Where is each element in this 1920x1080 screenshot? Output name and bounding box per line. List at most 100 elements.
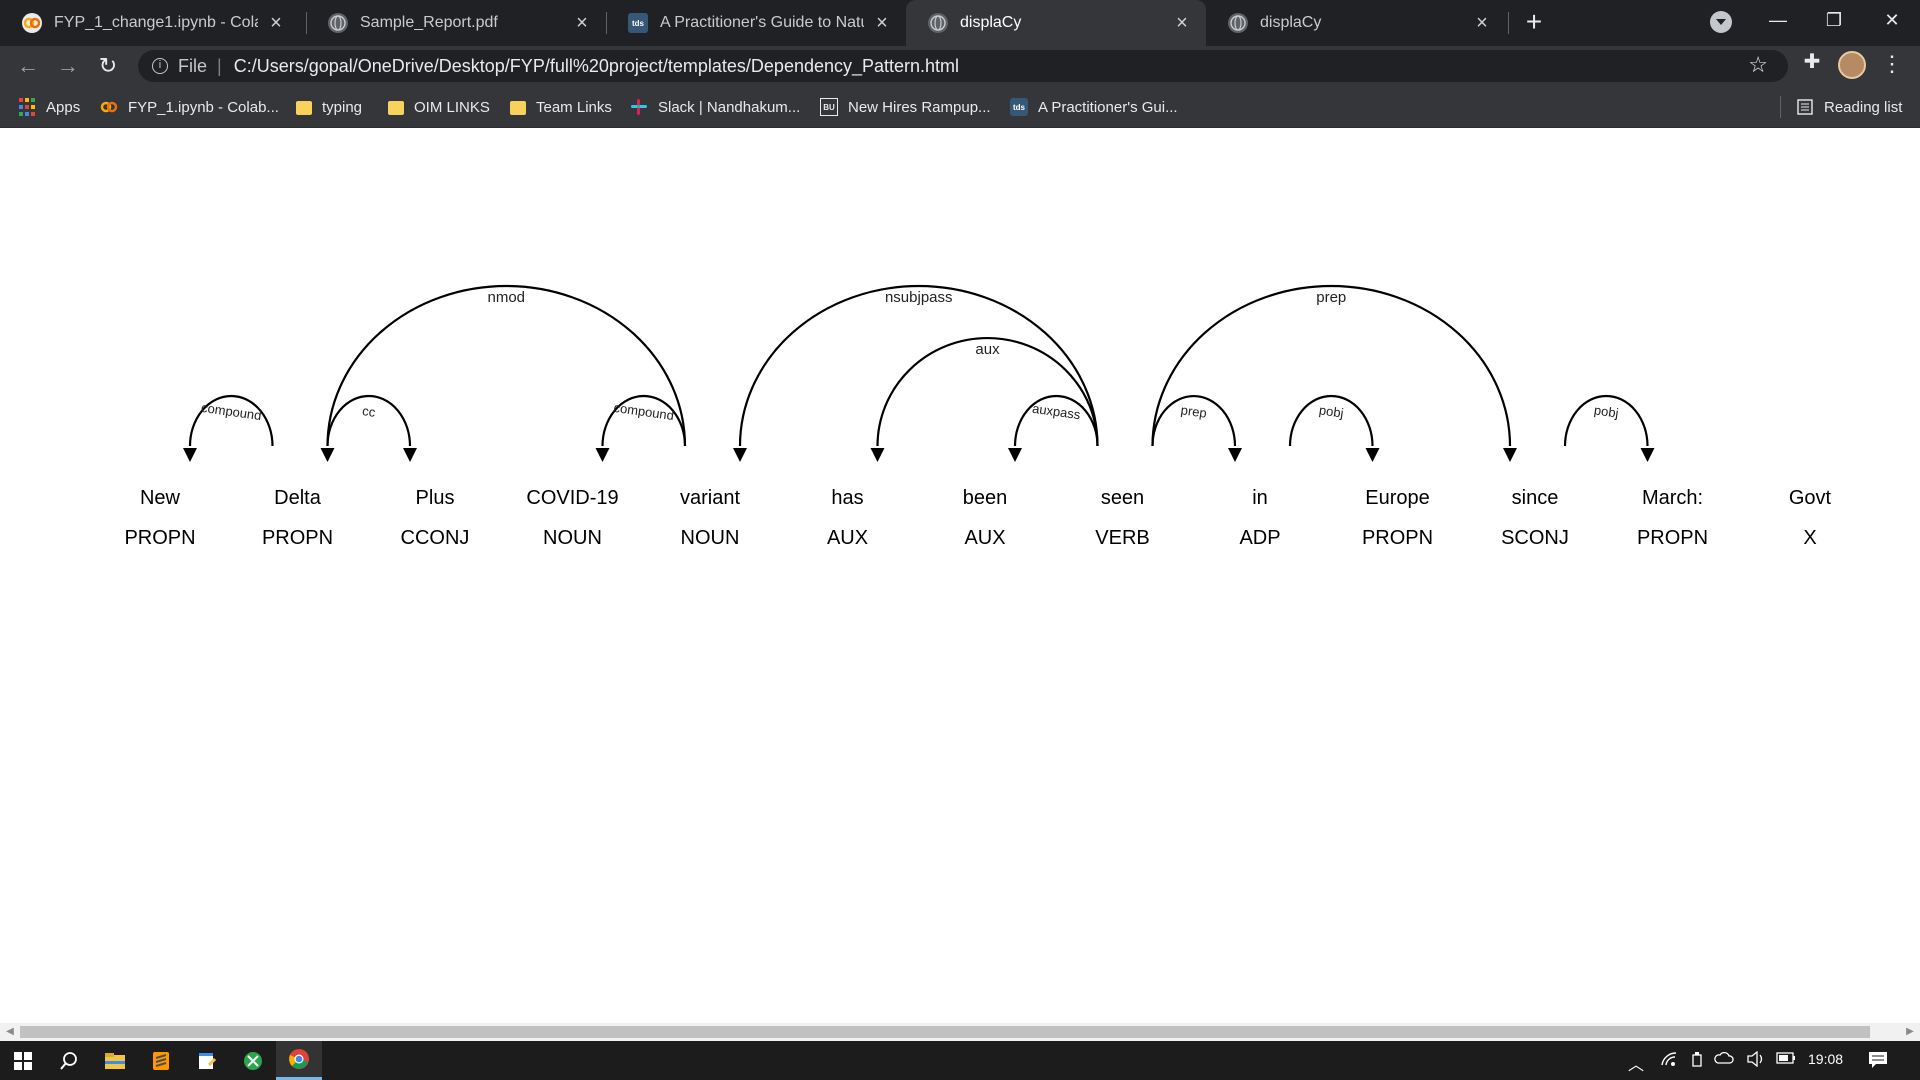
bookmark-colab[interactable]: FYP_1.ipynb - Colab... xyxy=(100,86,279,128)
search-icon[interactable] xyxy=(46,1041,92,1080)
token-word: Europe xyxy=(1365,487,1430,509)
token-pos-tag: AUX xyxy=(964,527,1005,549)
arc-label: aux xyxy=(975,341,1000,358)
close-window-button[interactable]: ✕ xyxy=(1864,0,1920,40)
arc-arrowhead xyxy=(870,448,885,462)
scrollbar-thumb[interactable] xyxy=(20,1026,1870,1038)
menu-kebab-icon[interactable]: ⋮ xyxy=(1880,48,1904,80)
browser-toolbar: ← → ↻ i File | C:/Users/gopal/OneDrive/D… xyxy=(0,46,1920,86)
close-tab-icon[interactable]: × xyxy=(266,12,286,35)
xbox-icon[interactable] xyxy=(230,1041,276,1080)
minimize-button[interactable]: — xyxy=(1750,0,1806,40)
slack-icon xyxy=(630,98,648,116)
dependency-arc xyxy=(738,284,1099,447)
token-word: been xyxy=(963,487,1008,509)
scroll-right-arrow-icon[interactable]: ▶ xyxy=(1902,1023,1918,1041)
bookmark-star-icon[interactable]: ☆ xyxy=(1748,52,1768,78)
restore-button[interactable]: ❐ xyxy=(1806,0,1862,40)
tab-displacy-active[interactable]: displaCy × xyxy=(906,0,1206,46)
info-icon[interactable]: i xyxy=(152,58,168,74)
folder-icon xyxy=(388,101,404,115)
avatar[interactable] xyxy=(1838,51,1866,79)
arc-label: nsubjpass xyxy=(885,289,953,306)
token-word: New xyxy=(140,487,181,509)
tds-icon: tds xyxy=(628,13,648,33)
battery-icon[interactable] xyxy=(1776,1051,1796,1069)
bookmark-slack[interactable]: Slack | Nandhakum... xyxy=(630,86,800,128)
url-text[interactable]: C:/Users/gopal/OneDrive/Desktop/FYP/full… xyxy=(234,56,959,77)
bookmark-label: A Practitioner's Gui... xyxy=(1038,98,1178,116)
notepad-icon[interactable] xyxy=(184,1041,230,1080)
address-bar[interactable]: i File | C:/Users/gopal/OneDrive/Desktop… xyxy=(138,50,1788,82)
file-explorer-icon[interactable] xyxy=(92,1041,138,1080)
token-pos-tag: ADP xyxy=(1239,527,1280,549)
dependency-arc xyxy=(326,284,687,447)
bookmarks-divider xyxy=(1780,96,1781,118)
bookmark-new-hires[interactable]: BU New Hires Rampup... xyxy=(820,86,991,128)
windows-start-icon[interactable] xyxy=(0,1041,46,1080)
tab-title: displaCy xyxy=(960,14,1022,31)
token-word: COVID-19 xyxy=(526,487,618,509)
clock-time[interactable]: 19:08 xyxy=(1808,1051,1843,1067)
reading-list-button[interactable]: Reading list xyxy=(1796,86,1902,128)
token-pos-tag: CCONJ xyxy=(401,527,470,549)
tab-practitioners-guide[interactable]: tds A Practitioner's Guide to Natural × xyxy=(606,0,906,46)
globe-icon xyxy=(328,13,348,33)
folder-icon xyxy=(296,101,312,115)
chevron-up-icon[interactable]: ︿ xyxy=(1628,1051,1644,1075)
token-pos-tag: PROPN xyxy=(124,527,195,549)
extensions-puzzle-icon[interactable]: ✚ xyxy=(1800,50,1824,74)
token-word: since xyxy=(1512,487,1559,509)
tab-search-icon[interactable] xyxy=(1710,11,1732,33)
token-word: Govt xyxy=(1789,487,1832,509)
sublime-text-icon[interactable] xyxy=(138,1041,184,1080)
onedrive-icon[interactable] xyxy=(1714,1051,1734,1070)
arc-arrowhead xyxy=(320,448,335,462)
bookmark-apps[interactable]: Apps xyxy=(18,86,80,128)
chrome-icon[interactable] xyxy=(276,1041,322,1080)
new-tab-button[interactable]: + xyxy=(1518,6,1550,38)
tab-sample-report[interactable]: Sample_Report.pdf × xyxy=(306,0,606,46)
back-button[interactable]: ← xyxy=(12,50,44,82)
colab-icon xyxy=(100,98,118,116)
scheme-label: File xyxy=(178,55,208,76)
close-tab-icon[interactable]: × xyxy=(1172,12,1192,35)
close-tab-icon[interactable]: × xyxy=(1472,12,1492,35)
usb-icon[interactable] xyxy=(1690,1051,1704,1072)
forward-button[interactable]: → xyxy=(52,50,84,82)
tab-displacy[interactable]: displaCy × xyxy=(1206,0,1506,46)
token-pos-tag: PROPN xyxy=(262,527,333,549)
dependency-parse-graph: New PROPN Delta PROPN Plus CCONJ COVID-19 NOUN v… xyxy=(124,284,1832,549)
wifi-icon[interactable] xyxy=(1660,1051,1678,1072)
arc-label: cc xyxy=(361,403,376,420)
token-word: Plus xyxy=(416,487,455,509)
arc-arrowhead xyxy=(1640,448,1655,462)
arc-arrowhead xyxy=(1365,448,1380,462)
bookmark-folder-oim-links[interactable]: OIM LINKS xyxy=(388,86,490,128)
windows-taskbar: ︿ 19:08 xyxy=(0,1041,1920,1080)
arc-arrowhead xyxy=(403,448,417,462)
globe-icon xyxy=(928,13,948,33)
token-word: in xyxy=(1252,487,1268,509)
bookmark-folder-team-links[interactable]: Team Links xyxy=(510,86,612,128)
close-tab-icon[interactable]: × xyxy=(872,12,892,35)
apps-grid-icon xyxy=(18,98,36,116)
arc-arrowhead xyxy=(183,448,197,462)
tab-title: FYP_1_change1.ipynb - Colaboratory xyxy=(54,14,258,31)
arc-arrowhead xyxy=(1503,448,1517,462)
folder-icon xyxy=(510,101,526,115)
reading-list-icon xyxy=(1796,98,1814,116)
bookmark-practitioners-guide[interactable]: tds A Practitioner's Gui... xyxy=(1010,86,1178,128)
close-tab-icon[interactable]: × xyxy=(572,12,592,35)
notifications-icon[interactable] xyxy=(1868,1051,1888,1074)
volume-icon[interactable] xyxy=(1746,1050,1766,1072)
tds-icon: tds xyxy=(1010,98,1028,116)
reload-button[interactable]: ↻ xyxy=(92,50,124,82)
scroll-left-arrow-icon[interactable]: ◀ xyxy=(2,1023,18,1041)
horizontal-scrollbar[interactable]: ◀ ▶ xyxy=(0,1023,1920,1041)
arc-arrowhead xyxy=(733,448,747,462)
bookmark-folder-typing[interactable]: typing xyxy=(296,86,362,128)
tab-colab[interactable]: FYP_1_change1.ipynb - Colaboratory × xyxy=(0,0,300,46)
arc-arrowhead xyxy=(1008,448,1022,462)
bookmarks-bar: Apps FYP_1.ipynb - Colab... typing OIM L… xyxy=(0,86,1920,128)
